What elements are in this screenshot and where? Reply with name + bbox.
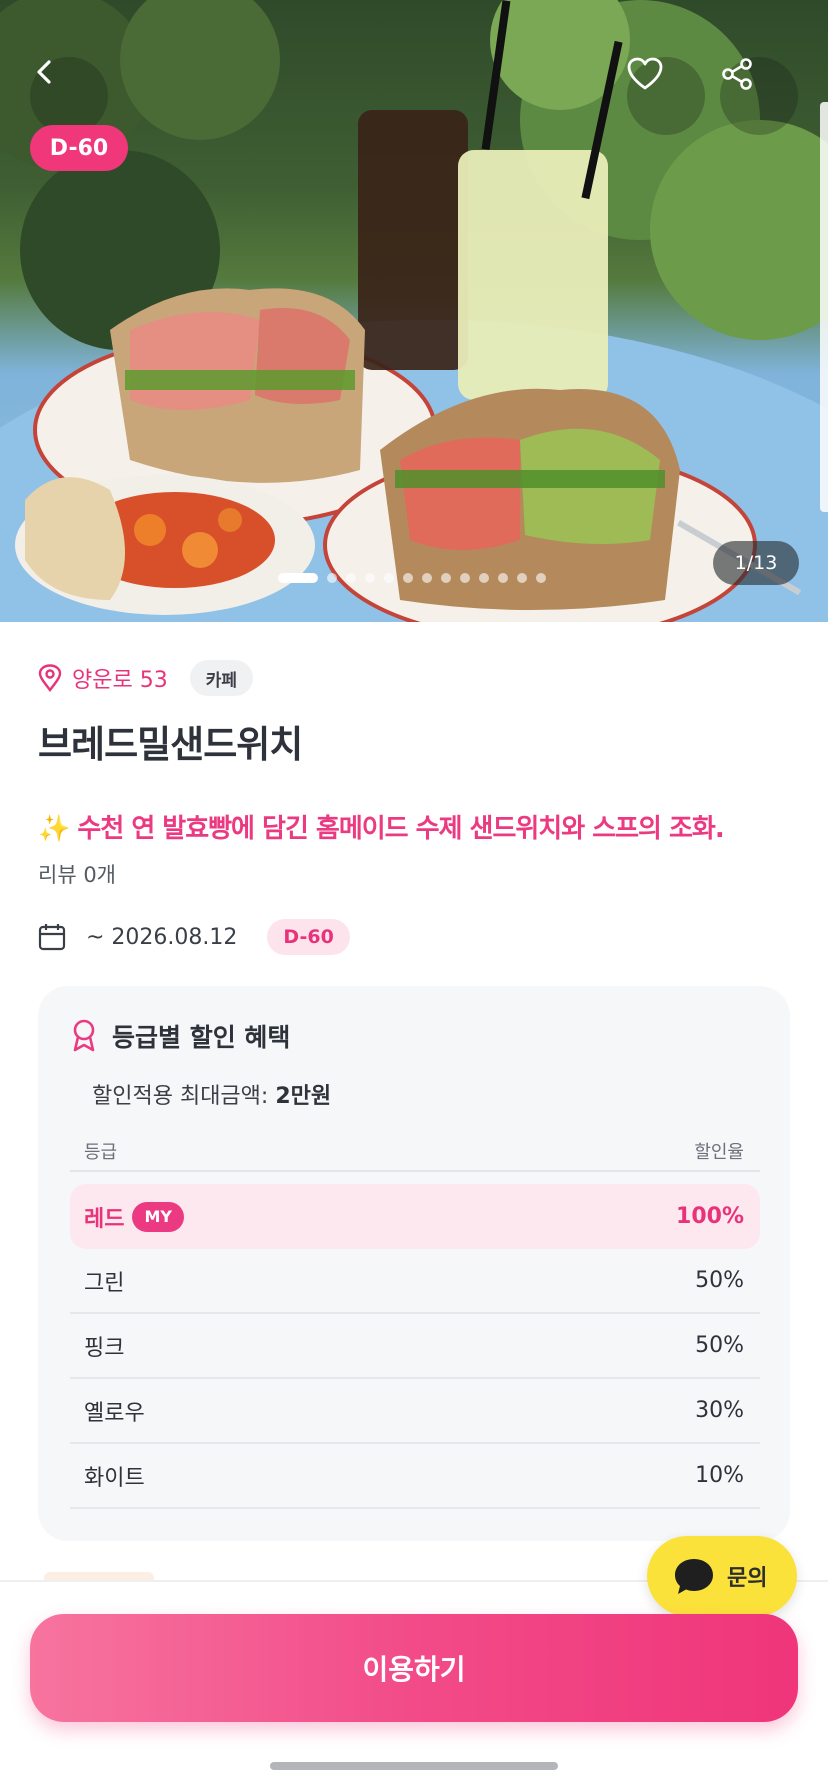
carousel-dot[interactable] [441, 573, 451, 583]
carousel-dot[interactable] [278, 573, 318, 583]
grade-name: 레드 [84, 1206, 125, 1232]
share-button[interactable] [720, 57, 798, 135]
max-discount: 할인적용 최대금액: 2만원 [92, 1078, 331, 1110]
table-header: 등급 할인율 [70, 1132, 760, 1172]
carousel-dot[interactable] [365, 573, 375, 583]
calendar-icon [38, 924, 66, 951]
favorite-button[interactable] [627, 57, 705, 135]
carousel-dots [278, 572, 546, 584]
carousel-dot[interactable] [460, 573, 470, 583]
location-text[interactable]: 양운로 53 [72, 662, 168, 694]
hero-scrollbar[interactable] [820, 102, 828, 512]
dday-badge: D-60 [267, 919, 350, 955]
grade-name: 화이트 [84, 1465, 145, 1491]
chevron-left-icon [37, 60, 51, 84]
rate-value: 50% [695, 1333, 744, 1358]
inquiry-button[interactable]: 문의 [647, 1536, 797, 1616]
screen: D-60 1/13 양운로 53 카페 브레드밀샌드위치 ✨ 수천 연 발효빵에… [0, 0, 828, 1781]
carousel-dot[interactable] [327, 573, 337, 583]
category-chip: 카페 [189, 660, 253, 696]
card-title: 등급별 할인 혜택 [112, 1023, 291, 1052]
hero-dday-badge: D-60 [30, 125, 128, 171]
max-discount-value: 2만원 [275, 1084, 332, 1109]
table-row: 옐로우 30% [70, 1379, 760, 1444]
card-header: 등급별 할인 혜택 [70, 1016, 290, 1056]
carousel-dot[interactable] [403, 573, 413, 583]
image-counter: 1/13 [713, 541, 799, 585]
grade-name: 핑크 [84, 1335, 125, 1361]
period-text: ~ 2026.08.12 [86, 924, 238, 950]
carousel-dot[interactable] [422, 573, 432, 583]
table-row: 핑크 50% [70, 1314, 760, 1379]
home-indicator[interactable] [270, 1762, 558, 1770]
share-icon [722, 58, 752, 90]
grade-benefit-card: 등급별 할인 혜택 할인적용 최대금액: 2만원 등급 할인율 레드 MY 10… [38, 986, 790, 1541]
carousel-dot[interactable] [346, 573, 356, 583]
rate-value: 100% [676, 1204, 744, 1229]
table-row: 화이트 10% [70, 1444, 760, 1509]
table-row: 그린 50% [70, 1249, 760, 1314]
review-count[interactable]: 리뷰 0개 [38, 859, 116, 889]
carousel-dot[interactable] [536, 573, 546, 583]
place-title: 브레드밀샌드위치 [38, 723, 303, 766]
hero-image[interactable]: D-60 1/13 [0, 0, 828, 622]
my-badge: MY [132, 1201, 184, 1232]
carousel-dot[interactable] [498, 573, 508, 583]
rate-value: 30% [695, 1398, 744, 1423]
tagline: ✨ 수천 연 발효빵에 담긴 홈메이드 수제 샌드위치와 스프의 조화. [38, 814, 725, 844]
back-button[interactable] [30, 57, 108, 135]
heart-icon [627, 57, 663, 90]
grade-name: 옐로우 [84, 1400, 145, 1426]
max-discount-label: 할인적용 최대금액: [92, 1084, 276, 1109]
award-ribbon-icon [73, 1019, 95, 1052]
col-grade: 등급 [84, 1142, 118, 1163]
col-rate: 할인율 [694, 1142, 744, 1163]
rate-value: 10% [695, 1463, 744, 1488]
use-button[interactable]: 이용하기 [30, 1614, 798, 1722]
location-pin-icon [38, 664, 62, 692]
location-row: 양운로 53 카페 [38, 660, 253, 696]
rate-value: 50% [695, 1268, 744, 1293]
grade-cell: 레드 MY [84, 1201, 184, 1233]
chat-bubble-icon [675, 1559, 713, 1594]
period-row: ~ 2026.08.12 D-60 [38, 918, 350, 956]
carousel-dot[interactable] [384, 573, 394, 583]
table-row-my-grade: 레드 MY 100% [70, 1184, 760, 1249]
inquiry-label: 문의 [727, 1566, 768, 1591]
carousel-dot[interactable] [517, 573, 527, 583]
carousel-dot[interactable] [479, 573, 489, 583]
grade-name: 그린 [84, 1270, 125, 1296]
